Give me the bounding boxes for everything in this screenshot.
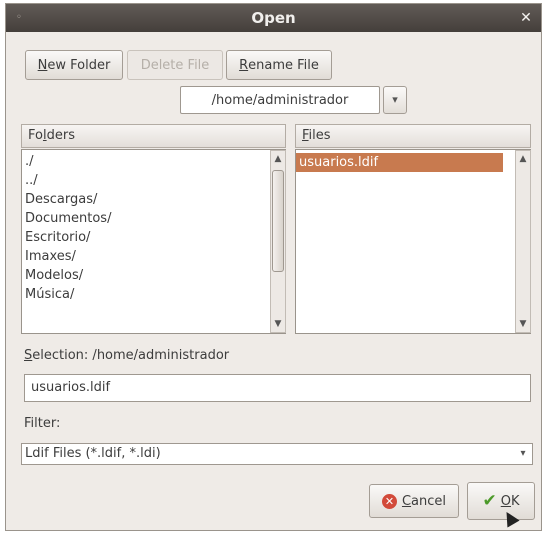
cancel-icon: ✕ xyxy=(381,493,397,509)
rename-file-mnemonic: R xyxy=(239,57,249,73)
folder-item[interactable]: Modelos/ xyxy=(22,266,285,285)
files-list[interactable]: usuarios.ldif xyxy=(295,149,531,334)
files-header-rest: iles xyxy=(308,128,331,143)
filter-label: Filter: xyxy=(24,416,61,431)
scroll-down-icon[interactable]: ▼ xyxy=(516,317,530,331)
cancel-button[interactable]: ✕ Cancel xyxy=(369,484,459,518)
scroll-up-icon[interactable]: ▲ xyxy=(516,152,530,166)
path-combo[interactable]: /home/administrador xyxy=(180,86,380,114)
ok-mnemonic: O xyxy=(500,493,511,509)
checkmark-icon: ✔ xyxy=(482,491,497,511)
rename-file-button[interactable]: Rename File xyxy=(226,50,332,80)
cancel-label: ancel xyxy=(411,493,447,509)
ok-label: K xyxy=(510,493,520,509)
folder-item[interactable]: Imaxes/ xyxy=(22,247,285,266)
window-title: Open xyxy=(251,9,296,27)
open-dialog: ◦ Open ✕ New Folder Delete File Rename F… xyxy=(5,3,542,531)
selection-input[interactable]: usuarios.ldif xyxy=(24,374,531,402)
path-dropdown-button[interactable]: ▾ xyxy=(383,86,407,114)
folder-item[interactable]: Música/ xyxy=(22,285,285,304)
chevron-down-icon[interactable]: ▾ xyxy=(515,445,531,463)
folders-header[interactable]: Folders xyxy=(21,124,286,148)
folder-item[interactable]: ../ xyxy=(22,171,285,190)
new-folder-label: ew Folder xyxy=(47,57,111,73)
folder-item[interactable]: Escritorio/ xyxy=(22,228,285,247)
folders-header-post: ders xyxy=(46,128,75,143)
files-header[interactable]: Files xyxy=(295,124,531,148)
folders-scrollbar[interactable]: ▲ ▼ xyxy=(270,150,286,333)
selection-label: Selection: /home/administrador xyxy=(24,348,229,363)
folder-item[interactable]: Documentos/ xyxy=(22,209,285,228)
files-scrollbar[interactable]: ▲ ▼ xyxy=(515,150,531,333)
title-bar: ◦ Open ✕ xyxy=(6,4,541,32)
scroll-up-icon[interactable]: ▲ xyxy=(271,152,285,166)
filter-combo[interactable]: Ldif Files (*.ldif, *.ldi) ▾ xyxy=(21,443,533,465)
rename-file-label: ename File xyxy=(248,57,319,73)
new-folder-button[interactable]: New Folder xyxy=(25,50,123,80)
folders-scroll-thumb[interactable] xyxy=(272,170,284,272)
folders-header-pre: Fo xyxy=(28,128,43,143)
folders-list[interactable]: ./ ../ Descargas/ Documentos/ Escritorio… xyxy=(21,149,286,334)
new-folder-mnemonic: N xyxy=(37,57,48,73)
delete-file-button: Delete File xyxy=(127,50,223,80)
chevron-down-icon: ▾ xyxy=(392,93,398,106)
filter-value: Ldif Files (*.ldif, *.ldi) xyxy=(25,446,161,461)
close-icon[interactable]: ✕ xyxy=(517,10,535,26)
folder-item[interactable]: Descargas/ xyxy=(22,190,285,209)
file-item[interactable]: usuarios.ldif xyxy=(296,153,503,172)
folder-item[interactable]: ./ xyxy=(22,152,285,171)
cancel-mnemonic: C xyxy=(401,493,412,509)
scroll-down-icon[interactable]: ▼ xyxy=(271,317,285,331)
selection-label-rest: election: /home/administrador xyxy=(32,348,230,363)
